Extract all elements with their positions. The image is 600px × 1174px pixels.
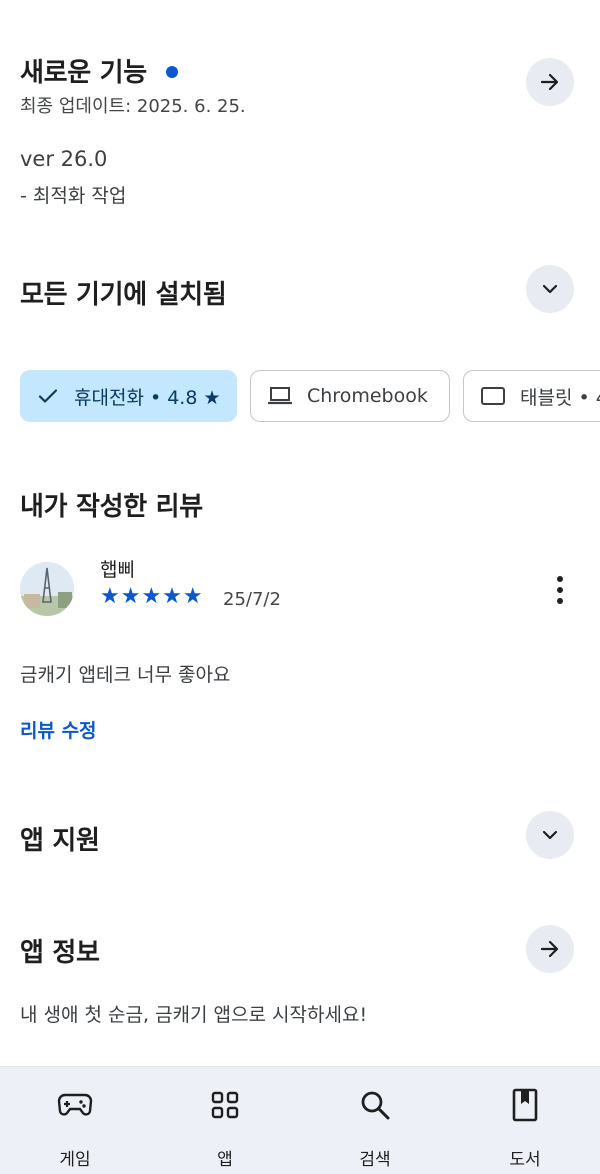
nav-apps-label: 앱 <box>217 1150 233 1170</box>
apps-grid-icon <box>165 1085 285 1125</box>
update-note: - 최적화 작업 <box>20 185 127 207</box>
laptop-icon <box>267 385 293 407</box>
review-text: 금캐기 앱테크 너무 좋아요 <box>20 664 231 686</box>
review-more-menu-button[interactable] <box>544 573 576 607</box>
new-dot-icon <box>165 65 178 78</box>
version-text: ver 26.0 <box>20 147 108 171</box>
bottom-navigation: 게임 앱 검색 도서 <box>0 1066 600 1174</box>
chevron-down-icon <box>542 284 558 294</box>
chip-chromebook[interactable]: Chromebook <box>250 370 450 422</box>
chip-tablet[interactable]: 태블릿 • 4 <box>463 370 600 422</box>
chip-phone[interactable]: 휴대전화 • 4.8 ★ <box>20 370 237 422</box>
arrow-right-icon <box>540 73 559 91</box>
app-description: 내 생애 첫 순금, 금캐기 앱으로 시작하세요! <box>20 1004 368 1026</box>
last-updated: 최종 업데이트: 2025. 6. 25. <box>20 96 246 117</box>
review-author: 햅삐 <box>100 559 135 581</box>
chevron-down-icon <box>542 830 558 840</box>
nav-search[interactable]: 검색 <box>315 1085 435 1170</box>
app-info-arrow-button[interactable] <box>526 925 574 973</box>
search-icon <box>315 1085 435 1125</box>
app-support-title: 앱 지원 <box>20 826 100 856</box>
check-icon <box>36 384 60 408</box>
chip-tablet-label: 태블릿 • 4 <box>520 386 600 409</box>
devices-expand-button[interactable] <box>526 265 574 313</box>
edit-review-link[interactable]: 리뷰 수정 <box>20 716 97 743</box>
app-support-expand-button[interactable] <box>526 811 574 859</box>
whats-new-title: 새로운 기능 <box>20 52 178 89</box>
nav-books[interactable]: 도서 <box>465 1085 585 1170</box>
arrow-right-icon <box>540 940 559 958</box>
avatar[interactable] <box>20 562 74 616</box>
review-date: 25/7/2 <box>223 589 281 610</box>
more-vert-icon <box>557 576 563 604</box>
nav-apps[interactable]: 앱 <box>165 1085 285 1170</box>
gamepad-icon <box>15 1085 135 1125</box>
book-icon <box>465 1085 585 1125</box>
chip-phone-label: 휴대전화 • 4.8 ★ <box>74 386 221 409</box>
nav-books-label: 도서 <box>509 1150 541 1170</box>
my-review-title: 내가 작성한 리뷰 <box>20 492 203 522</box>
nav-games[interactable]: 게임 <box>15 1085 135 1170</box>
chip-chromebook-label: Chromebook <box>307 385 428 407</box>
whats-new-section: 새로운 기능 최종 업데이트: 2025. 6. 25. ver 26.0 - … <box>0 0 600 230</box>
app-info-title: 앱 정보 <box>20 938 100 968</box>
nav-games-label: 게임 <box>59 1150 91 1170</box>
devices-title: 모든 기기에 설치됨 <box>20 280 227 310</box>
nav-search-label: 검색 <box>359 1150 391 1170</box>
tablet-icon <box>480 385 506 407</box>
whats-new-arrow-button[interactable] <box>526 58 574 106</box>
review-stars: ★★★★★ <box>100 584 204 609</box>
